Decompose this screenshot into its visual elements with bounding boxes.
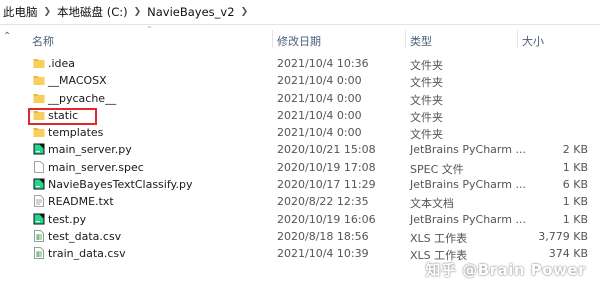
file-size: 1 KB (562, 160, 588, 174)
file-type: XLS 工作表 (410, 231, 468, 245)
folder-icon (33, 92, 45, 104)
folder-icon (33, 57, 45, 69)
file-name: main_server.py (48, 143, 132, 157)
column-divider[interactable] (517, 30, 518, 48)
folder-icon (33, 74, 45, 86)
highlight-box (28, 108, 97, 125)
file-name: test_data.csv (48, 229, 122, 243)
chevron-right-icon[interactable]: ❯ (44, 7, 52, 17)
file-size: 6 KB (562, 178, 588, 192)
csv-file-icon (33, 230, 45, 242)
file-type: SPEC 文件 (410, 162, 464, 176)
file-name: README.txt (48, 195, 114, 209)
file-date: 2021/10/4 0:00 (277, 108, 362, 122)
column-header-name[interactable]: 名称 (32, 33, 54, 49)
file-date: 2020/10/17 11:29 (277, 178, 376, 192)
pycharm-file-icon (33, 213, 45, 225)
column-header-row: 名称 修改日期 类型 大小 (0, 28, 600, 50)
chevron-right-icon[interactable]: ❯ (241, 7, 249, 17)
generic-file-icon (33, 160, 45, 173)
column-header-size[interactable]: 大小 (522, 33, 544, 49)
file-row[interactable]: main_server.py 2020/10/21 15:08 JetBrains … (0, 141, 600, 158)
text-file-icon (33, 195, 45, 208)
breadcrumb-local-disk[interactable]: 本地磁盘 (C:) (57, 4, 128, 20)
file-date: 2021/10/4 10:36 (277, 57, 369, 70)
file-row[interactable]: test.py 2020/10/19 16:06 JetBrains PyCharm… (0, 211, 600, 228)
chevron-right-icon[interactable]: ❯ (134, 7, 142, 17)
file-date: 2021/10/4 0:00 (277, 126, 362, 140)
file-date: 2021/10/4 10:39 (277, 247, 369, 261)
file-size: 3,779 KB (538, 229, 588, 243)
file-type: 文件夹 (410, 128, 443, 142)
file-date: 2021/10/4 0:00 (277, 91, 362, 105)
file-name: test.py (48, 212, 87, 226)
file-row[interactable]: __pycache__ 2021/10/4 0:00 文件夹 (0, 90, 600, 107)
file-row[interactable]: NavieBayesTextClassify.py 2020/10/17 11:2… (0, 176, 600, 193)
file-date: 2020/10/19 16:06 (277, 212, 376, 226)
watermark: 知乎 @Brain Power (425, 261, 586, 279)
file-row[interactable]: .idea 2021/10/4 10:36 文件夹 (0, 55, 600, 72)
breadcrumb-this-pc[interactable]: 此电脑 (3, 4, 38, 20)
sort-up-icon: ⌃ (146, 25, 153, 34)
file-name: .idea (48, 57, 76, 70)
file-row[interactable]: README.txt 2020/8/22 12:35 文本文档 1 KB (0, 193, 600, 210)
file-row[interactable]: main_server.spec 2020/10/19 17:08 SPEC 文件 1… (0, 159, 600, 176)
breadcrumb: 此电脑 ❯ 本地磁盘 (C:) ❯ NavieBayes_v2 ❯ (0, 0, 600, 25)
file-name: main_server.spec (48, 160, 144, 174)
file-type: 文件夹 (410, 76, 443, 90)
file-row[interactable]: test_data.csv 2020/8/18 18:56 XLS 工作表 3,779… (0, 228, 600, 245)
file-size: 1 KB (562, 195, 588, 209)
column-header-type[interactable]: 类型 (410, 33, 432, 49)
csv-file-icon (33, 247, 45, 260)
pycharm-file-icon (33, 143, 45, 155)
file-type: 文件夹 (410, 110, 443, 124)
pycharm-file-icon (33, 178, 45, 190)
column-divider[interactable] (272, 30, 273, 48)
file-date: 2020/10/21 15:08 (277, 143, 376, 157)
file-date: 2020/8/18 18:56 (277, 229, 369, 243)
file-type: 文本文档 (410, 197, 454, 211)
file-size: 2 KB (562, 143, 588, 157)
folder-icon (33, 126, 45, 138)
column-divider[interactable] (405, 30, 406, 48)
file-name: templates (48, 126, 104, 140)
file-type: JetBrains PyCharm ... (410, 212, 526, 226)
file-date: 2020/8/22 12:35 (277, 195, 369, 209)
file-type: 文件夹 (410, 59, 443, 72)
file-type: JetBrains PyCharm ... (410, 178, 526, 192)
breadcrumb-folder[interactable]: NavieBayes_v2 (147, 5, 234, 19)
file-size: 1 KB (562, 212, 588, 226)
file-list: .idea 2021/10/4 10:36 文件夹 __MACOSX 2021/10/4… (0, 55, 600, 263)
file-name: train_data.csv (48, 247, 126, 261)
file-date: 2021/10/4 0:00 (277, 74, 362, 88)
file-type: JetBrains PyCharm ... (410, 143, 526, 157)
file-row[interactable]: templates 2021/10/4 0:00 文件夹 (0, 124, 600, 141)
file-name: __pycache__ (48, 91, 117, 105)
column-header-date[interactable]: 修改日期 (277, 33, 321, 49)
file-row[interactable]: __MACOSX 2021/10/4 0:00 文件夹 (0, 72, 600, 89)
file-name: NavieBayesTextClassify.py (48, 178, 193, 192)
file-name: __MACOSX (48, 74, 107, 88)
file-date: 2020/10/19 17:08 (277, 160, 376, 174)
file-type: 文件夹 (410, 93, 443, 107)
